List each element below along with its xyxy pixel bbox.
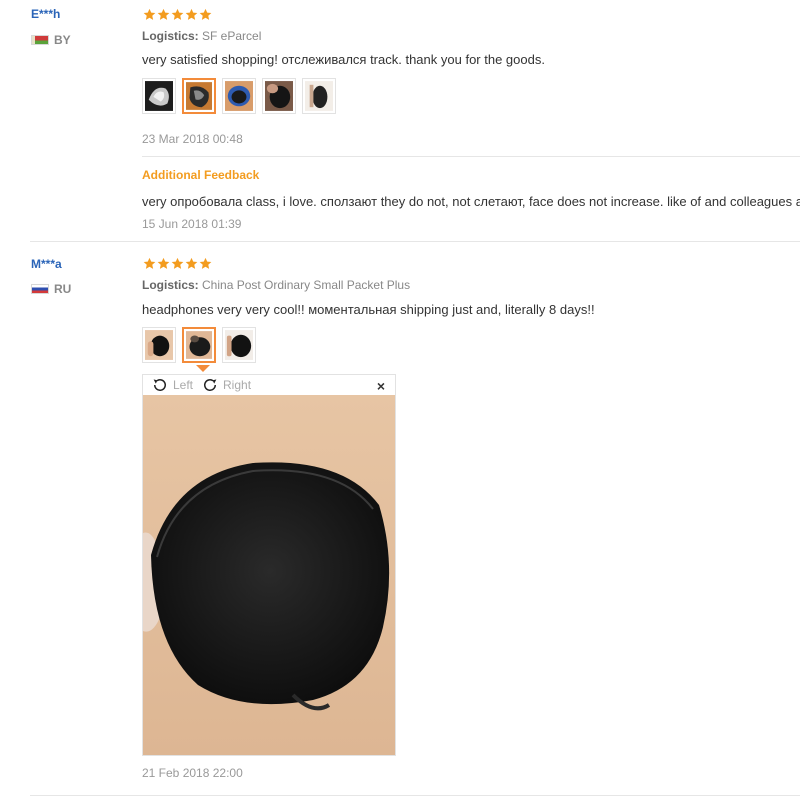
review-separator (30, 241, 800, 242)
review-date: 21 Feb 2018 22:00 (142, 766, 243, 780)
reviewer-name[interactable]: E***h (31, 7, 60, 21)
rotate-right-button[interactable]: Right (201, 376, 251, 394)
rotate-left-label: Left (173, 378, 194, 392)
star-icon (157, 8, 170, 20)
photo-image (145, 81, 173, 111)
star-rating (143, 257, 212, 270)
photo-thumbnail[interactable] (222, 78, 256, 114)
review-text: headphones very very cool!! моментальная… (142, 302, 595, 317)
review-photos (142, 78, 336, 114)
rotate-controls: Left Right (151, 376, 251, 394)
review-photos (142, 327, 256, 363)
reviewer-name[interactable]: M***a (31, 257, 62, 271)
rotate-right-label: Right (223, 378, 252, 392)
review-text: very satisfied shopping! отслеживался tr… (142, 52, 545, 67)
country-code: RU (54, 282, 72, 296)
country-code: BY (54, 33, 71, 47)
additional-feedback-date: 15 Jun 2018 01:39 (142, 217, 242, 231)
star-icon (157, 257, 170, 269)
star-icon (199, 257, 212, 269)
review-date: 23 Mar 2018 00:48 (142, 132, 243, 146)
photo-viewer: Left Right × (142, 374, 396, 756)
logistics-info: Logistics: China Post Ordinary Small Pac… (142, 278, 410, 292)
photo-thumbnail[interactable] (182, 78, 216, 114)
active-photo-pointer (196, 365, 210, 372)
photo-image (305, 81, 333, 111)
star-icon (171, 8, 184, 20)
star-icon (143, 257, 156, 269)
photo-image (265, 81, 293, 111)
star-icon (185, 257, 198, 269)
logistics-label: Logistics: (142, 278, 199, 292)
flag-by-icon (31, 35, 49, 45)
additional-feedback-label: Additional Feedback (142, 168, 260, 182)
logistics-info: Logistics: SF eParcel (142, 29, 261, 43)
photo-thumbnail[interactable] (142, 327, 176, 363)
star-icon (185, 8, 198, 20)
photo-thumbnail[interactable] (302, 78, 336, 114)
star-icon (199, 8, 212, 20)
photo-thumbnail[interactable] (142, 78, 176, 114)
reviewer-country: RU (31, 282, 71, 296)
flag-ru-icon (31, 284, 49, 294)
enlarged-photo (143, 395, 395, 755)
additional-feedback-text: very опробовала class, i love. сползают … (142, 194, 800, 209)
rotate-left-button[interactable]: Left (151, 376, 193, 394)
review-separator (30, 795, 800, 796)
star-rating (143, 8, 212, 21)
photo-image (186, 82, 212, 110)
photo-image (145, 330, 173, 360)
photo-image (186, 331, 212, 359)
divider (142, 156, 800, 157)
photo-thumbnail[interactable] (262, 78, 296, 114)
rotate-left-icon (153, 379, 166, 391)
photo-image (225, 330, 253, 360)
logistics-label: Logistics: (142, 29, 199, 43)
logistics-value: China Post Ordinary Small Packet Plus (202, 278, 411, 292)
star-icon (171, 257, 184, 269)
close-icon[interactable]: × (377, 378, 385, 394)
star-icon (143, 8, 156, 20)
photo-thumbnail[interactable] (182, 327, 216, 363)
logistics-value: SF eParcel (202, 29, 262, 43)
rotate-right-icon (204, 379, 217, 391)
photo-thumbnail[interactable] (222, 327, 256, 363)
photo-image (225, 81, 253, 111)
reviewer-country: BY (31, 33, 71, 47)
